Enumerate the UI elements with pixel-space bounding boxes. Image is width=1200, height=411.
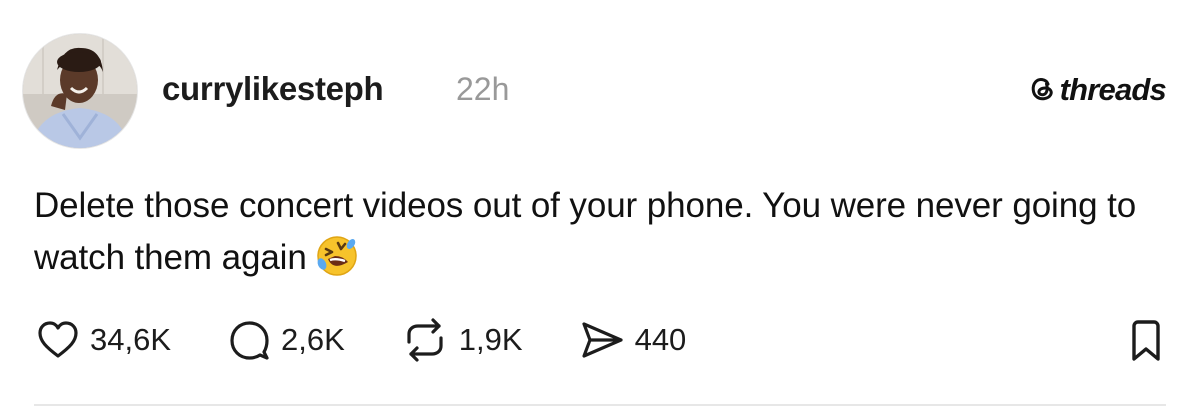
like-count: 34,6K <box>90 322 172 357</box>
bookmark-icon <box>1130 320 1162 366</box>
bookmark-button[interactable] <box>1130 320 1162 367</box>
post-body: Delete those concert videos out of your … <box>34 180 1154 284</box>
comment-icon <box>227 318 271 362</box>
share-button[interactable]: 440 <box>579 318 687 362</box>
reply-button[interactable]: 2,6K <box>227 318 345 362</box>
threads-logo-icon <box>1027 73 1057 108</box>
heart-icon <box>36 318 80 362</box>
divider <box>34 404 1166 406</box>
repost-count: 1,9K <box>458 322 523 357</box>
brand-name: threads <box>1059 72 1167 107</box>
threads-brand: threads <box>1027 72 1167 108</box>
post-text: Delete those concert videos out of your … <box>34 186 1137 277</box>
avatar[interactable] <box>22 33 138 149</box>
like-button[interactable]: 34,6K <box>36 318 171 362</box>
post-actions: 34,6K 2,6K 1,9K 440 <box>36 318 742 362</box>
send-icon <box>579 318 625 362</box>
repost-icon <box>401 318 449 362</box>
post-time: 22h <box>456 71 510 107</box>
username[interactable]: currylikesteph <box>162 70 384 108</box>
reply-count: 2,6K <box>281 322 345 357</box>
share-count: 440 <box>634 322 687 357</box>
rolling-laughing-emoji-icon <box>315 234 359 278</box>
repost-button[interactable]: 1,9K <box>401 318 523 362</box>
